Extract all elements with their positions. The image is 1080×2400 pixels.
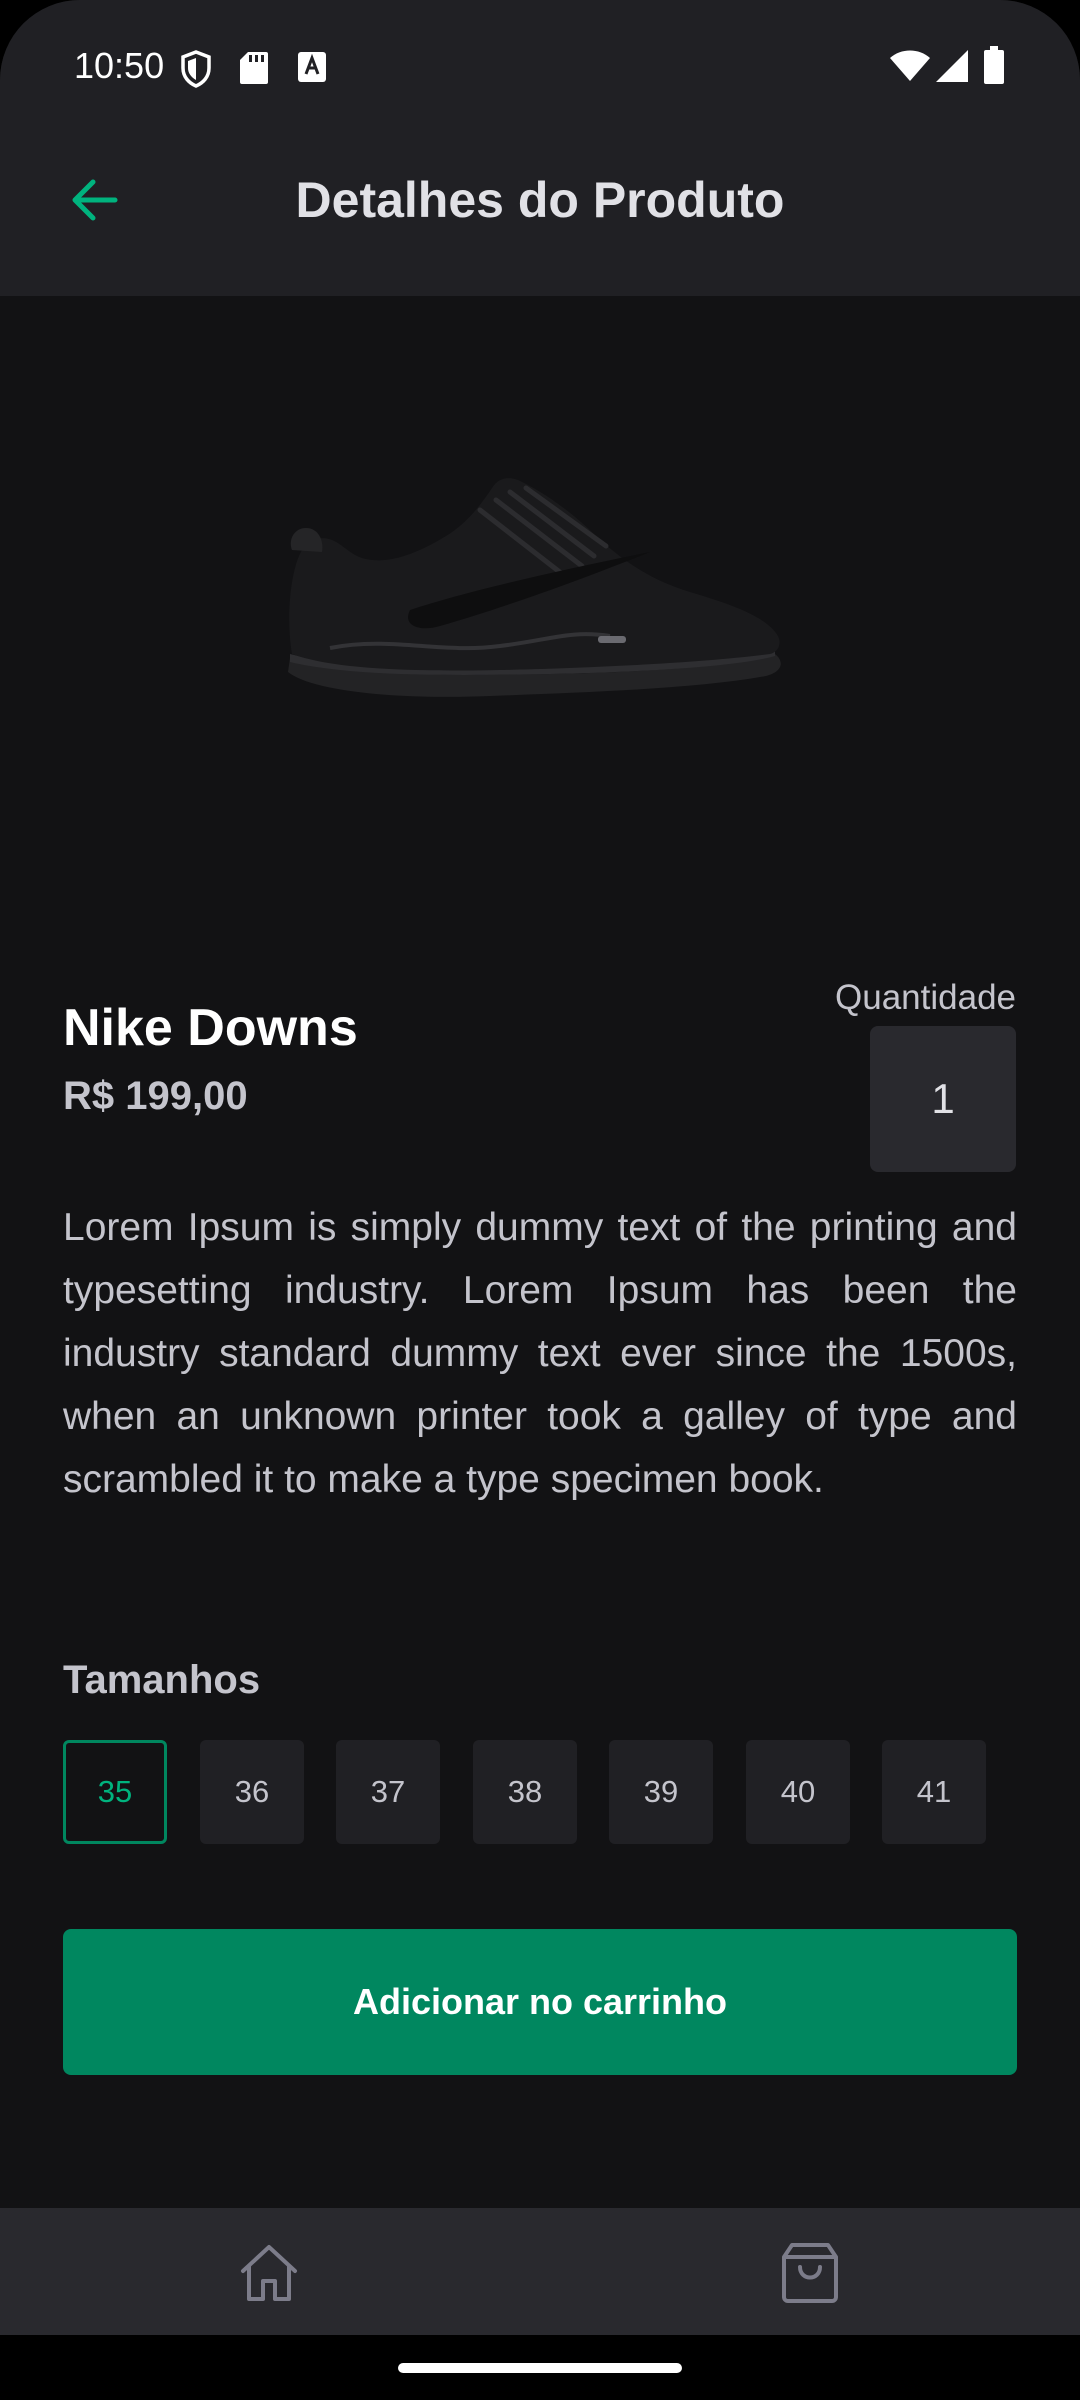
sizes-title: Tamanhos xyxy=(63,1658,261,1702)
bottom-tab-bar xyxy=(0,2208,1080,2335)
shopping-bag-icon xyxy=(782,2243,838,2303)
vpn-shield-icon xyxy=(181,50,211,88)
top-bar: 10:50 Detalhes do Produto xyxy=(0,0,1080,296)
size-option-37[interactable]: 37 xyxy=(336,1740,440,1844)
accessibility-a-icon xyxy=(298,52,326,82)
add-to-cart-button[interactable]: Adicionar no carrinho xyxy=(63,1929,1017,2075)
quantity-label: Quantidade xyxy=(835,978,1016,1017)
wifi-icon xyxy=(890,50,930,81)
sd-card-icon xyxy=(240,52,268,84)
size-option-38[interactable]: 38 xyxy=(473,1740,577,1844)
product-price: R$ 199,00 xyxy=(63,1074,248,1118)
home-indicator[interactable] xyxy=(398,2363,682,2373)
app-header: Detalhes do Produto xyxy=(0,130,1080,270)
status-bar: 10:50 xyxy=(0,0,1080,130)
page-title: Detalhes do Produto xyxy=(295,172,785,228)
size-option-35[interactable]: 35 xyxy=(63,1740,167,1844)
product-name: Nike Downs xyxy=(63,999,358,1057)
status-time: 10:50 xyxy=(74,45,165,86)
cellular-signal-icon xyxy=(936,50,968,82)
size-option-36[interactable]: 36 xyxy=(200,1740,304,1844)
product-description: Lorem Ipsum is simply dummy text of the … xyxy=(63,1206,1017,1501)
battery-icon xyxy=(984,46,1004,84)
screen: 10:50 Detalhes do Produto Quantidade 1 N… xyxy=(0,0,1080,2400)
size-option-41[interactable]: 41 xyxy=(882,1740,986,1844)
app-container: 10:50 Detalhes do Produto Quantidade 1 N… xyxy=(0,0,1080,2335)
quantity-input[interactable]: 1 xyxy=(870,1026,1016,1172)
size-option-40[interactable]: 40 xyxy=(746,1740,850,1844)
tab-cart[interactable] xyxy=(765,2228,855,2318)
tab-home[interactable] xyxy=(224,2228,314,2318)
home-icon xyxy=(241,2245,297,2301)
product-image xyxy=(288,478,781,697)
size-option-39[interactable]: 39 xyxy=(609,1740,713,1844)
